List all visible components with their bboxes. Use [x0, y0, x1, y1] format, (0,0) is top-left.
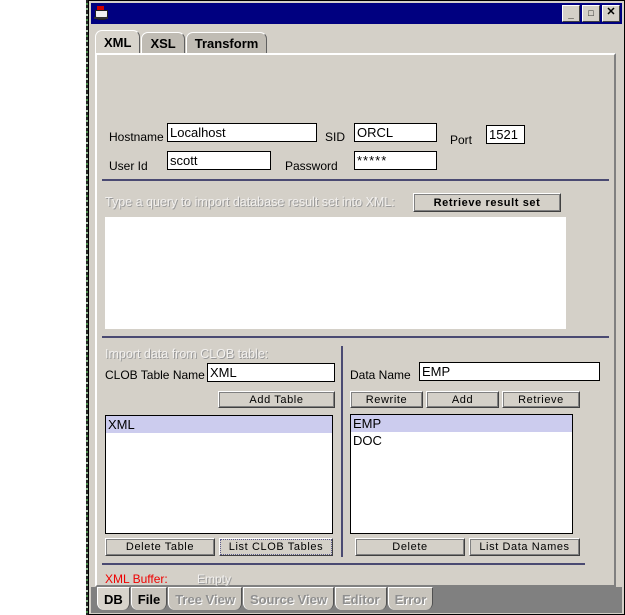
rewrite-button[interactable]: Rewrite — [350, 391, 423, 408]
clob-table-name-input[interactable]: XML — [207, 363, 335, 382]
xml-tab-panel: Hostname Localhost SID ORCL Port 1521 Us… — [95, 53, 616, 590]
sid-label: SID — [325, 130, 346, 144]
password-input[interactable]: ***** — [354, 151, 437, 170]
userid-input[interactable]: scott — [167, 151, 271, 170]
userid-label: User Id — [109, 159, 148, 173]
separator-vertical — [341, 346, 343, 557]
add-table-label: Add Table — [219, 392, 334, 407]
rewrite-label: Rewrite — [351, 392, 422, 407]
bottom-tab-file[interactable]: File — [130, 587, 168, 610]
tab-transform-label: Transform — [194, 36, 259, 51]
query-prompt-label: Type a query to import database result s… — [105, 195, 395, 209]
tab-xml[interactable]: XML — [95, 30, 141, 54]
password-label: Password — [285, 159, 338, 173]
app-window-root: _ □ ✕ XML XSL Transform Hostname Localho… — [0, 0, 625, 615]
data-names-listbox[interactable]: EMP DOC — [350, 414, 573, 534]
separator-query — [102, 336, 609, 338]
bottom-tab-editor[interactable]: Editor — [335, 587, 387, 610]
hostname-input[interactable]: Localhost — [167, 123, 317, 142]
retrieve-result-set-label: Retrieve result set — [414, 194, 560, 211]
bottom-tab-error[interactable]: Error — [387, 587, 434, 610]
tab-xsl-label: XSL — [150, 36, 176, 51]
separator-connection — [102, 179, 609, 181]
list-item[interactable]: DOC — [351, 432, 572, 449]
title-bar: _ □ ✕ — [91, 3, 622, 24]
bottom-tab-tree-view[interactable]: Tree View — [168, 587, 242, 610]
list-clob-tables-button[interactable]: List CLOB Tables — [219, 538, 333, 556]
hostname-label: Hostname — [109, 130, 164, 144]
desktop-background — [0, 0, 88, 615]
delete-table-label: Delete Table — [106, 539, 214, 555]
delete-data-label: Delete — [356, 539, 464, 555]
bottom-tab-editor-label: Editor — [342, 591, 380, 607]
bottom-tab-db[interactable]: DB — [97, 587, 130, 610]
add-label: Add — [427, 392, 498, 407]
query-textarea[interactable] — [105, 217, 566, 329]
bottom-tab-source-view[interactable]: Source View — [242, 587, 335, 610]
clob-tables-listbox[interactable]: XML — [105, 415, 333, 534]
port-label: Port — [450, 133, 473, 147]
bottom-tab-error-label: Error — [394, 591, 427, 607]
bottom-tab-bar: DB File Tree View Source View Editor Err… — [91, 587, 622, 613]
add-table-button[interactable]: Add Table — [218, 391, 335, 408]
tab-xsl[interactable]: XSL — [141, 32, 185, 54]
close-button[interactable]: ✕ — [602, 5, 620, 22]
separator-status-top — [102, 563, 585, 565]
list-data-names-label: List Data Names — [470, 539, 579, 555]
java-coffee-cup-icon — [93, 5, 110, 22]
tab-transform[interactable]: Transform — [185, 32, 268, 54]
retrieve-button[interactable]: Retrieve — [502, 391, 580, 408]
clob-section-label: Import data from CLOB table: — [105, 347, 269, 361]
delete-data-button[interactable]: Delete — [355, 538, 465, 556]
bottom-tab-tree-view-label: Tree View — [175, 591, 235, 607]
tab-xml-label: XML — [104, 35, 132, 50]
list-item[interactable]: EMP — [351, 415, 572, 432]
maximize-button[interactable]: □ — [582, 5, 600, 22]
xml-buffer-value: Empty — [197, 572, 232, 586]
port-input[interactable]: 1521 — [486, 125, 525, 144]
sid-input[interactable]: ORCL — [354, 123, 437, 142]
close-icon: ✕ — [606, 6, 616, 18]
list-clob-tables-label: List CLOB Tables — [220, 539, 332, 555]
list-data-names-button[interactable]: List Data Names — [469, 538, 580, 556]
add-button[interactable]: Add — [426, 391, 499, 408]
delete-table-button[interactable]: Delete Table — [105, 538, 215, 556]
data-name-label: Data Name — [350, 368, 411, 382]
top-tab-bar: XML XSL Transform — [95, 30, 268, 54]
xml-buffer-label: XML Buffer: — [105, 572, 168, 586]
retrieve-label: Retrieve — [503, 392, 579, 407]
list-item[interactable]: XML — [106, 416, 332, 433]
data-name-input[interactable]: EMP — [419, 362, 600, 381]
retrieve-result-set-button[interactable]: Retrieve result set — [413, 193, 561, 212]
minimize-icon: _ — [568, 9, 574, 20]
clob-table-name-label: CLOB Table Name — [105, 368, 205, 382]
application-window: _ □ ✕ XML XSL Transform Hostname Localho… — [88, 0, 625, 615]
minimize-button[interactable]: _ — [562, 5, 580, 22]
maximize-icon: □ — [588, 8, 594, 18]
bottom-tab-source-view-label: Source View — [249, 591, 328, 607]
bottom-tab-db-label: DB — [104, 591, 123, 607]
bottom-tab-file-label: File — [137, 591, 161, 607]
